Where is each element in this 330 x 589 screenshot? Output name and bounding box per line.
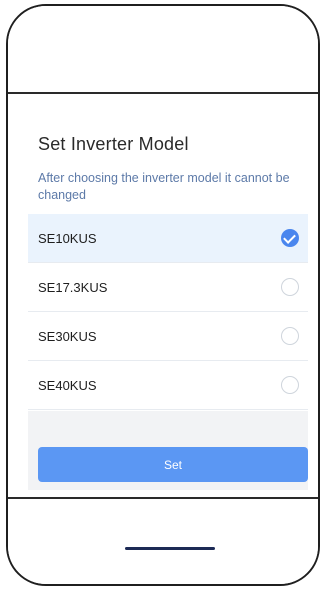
radio-circle-icon[interactable] [281, 278, 299, 296]
model-option-label: SE10KUS [38, 230, 97, 246]
model-option-se10kus[interactable]: SE10KUS [28, 214, 308, 263]
bottom-bar [8, 499, 318, 584]
model-option-label: SE40KUS [38, 377, 97, 393]
model-option-label: SE17.3KUS [38, 279, 108, 295]
set-button[interactable]: Set [38, 447, 308, 482]
check-circle-icon[interactable] [281, 229, 299, 247]
dialog-title: Set Inverter Model [38, 134, 189, 154]
model-list: SE10KUS SE17.3KUS SE30KUS SE40KUS [28, 214, 308, 410]
phone-frame: Set Inverter Model After choosing the in… [6, 4, 320, 586]
dialog-subtitle: After choosing the inverter model it can… [38, 171, 290, 202]
model-option-se30kus[interactable]: SE30KUS [28, 312, 308, 361]
top-bar [8, 6, 318, 92]
model-option-se17-3kus[interactable]: SE17.3KUS [28, 263, 308, 312]
model-option-label: SE30KUS [38, 328, 97, 344]
set-inverter-model-dialog: Set Inverter Model After choosing the in… [8, 94, 318, 497]
radio-circle-icon[interactable] [281, 376, 299, 394]
home-indicator[interactable] [125, 547, 215, 550]
model-option-se40kus[interactable]: SE40KUS [28, 361, 308, 410]
radio-circle-icon[interactable] [281, 327, 299, 345]
